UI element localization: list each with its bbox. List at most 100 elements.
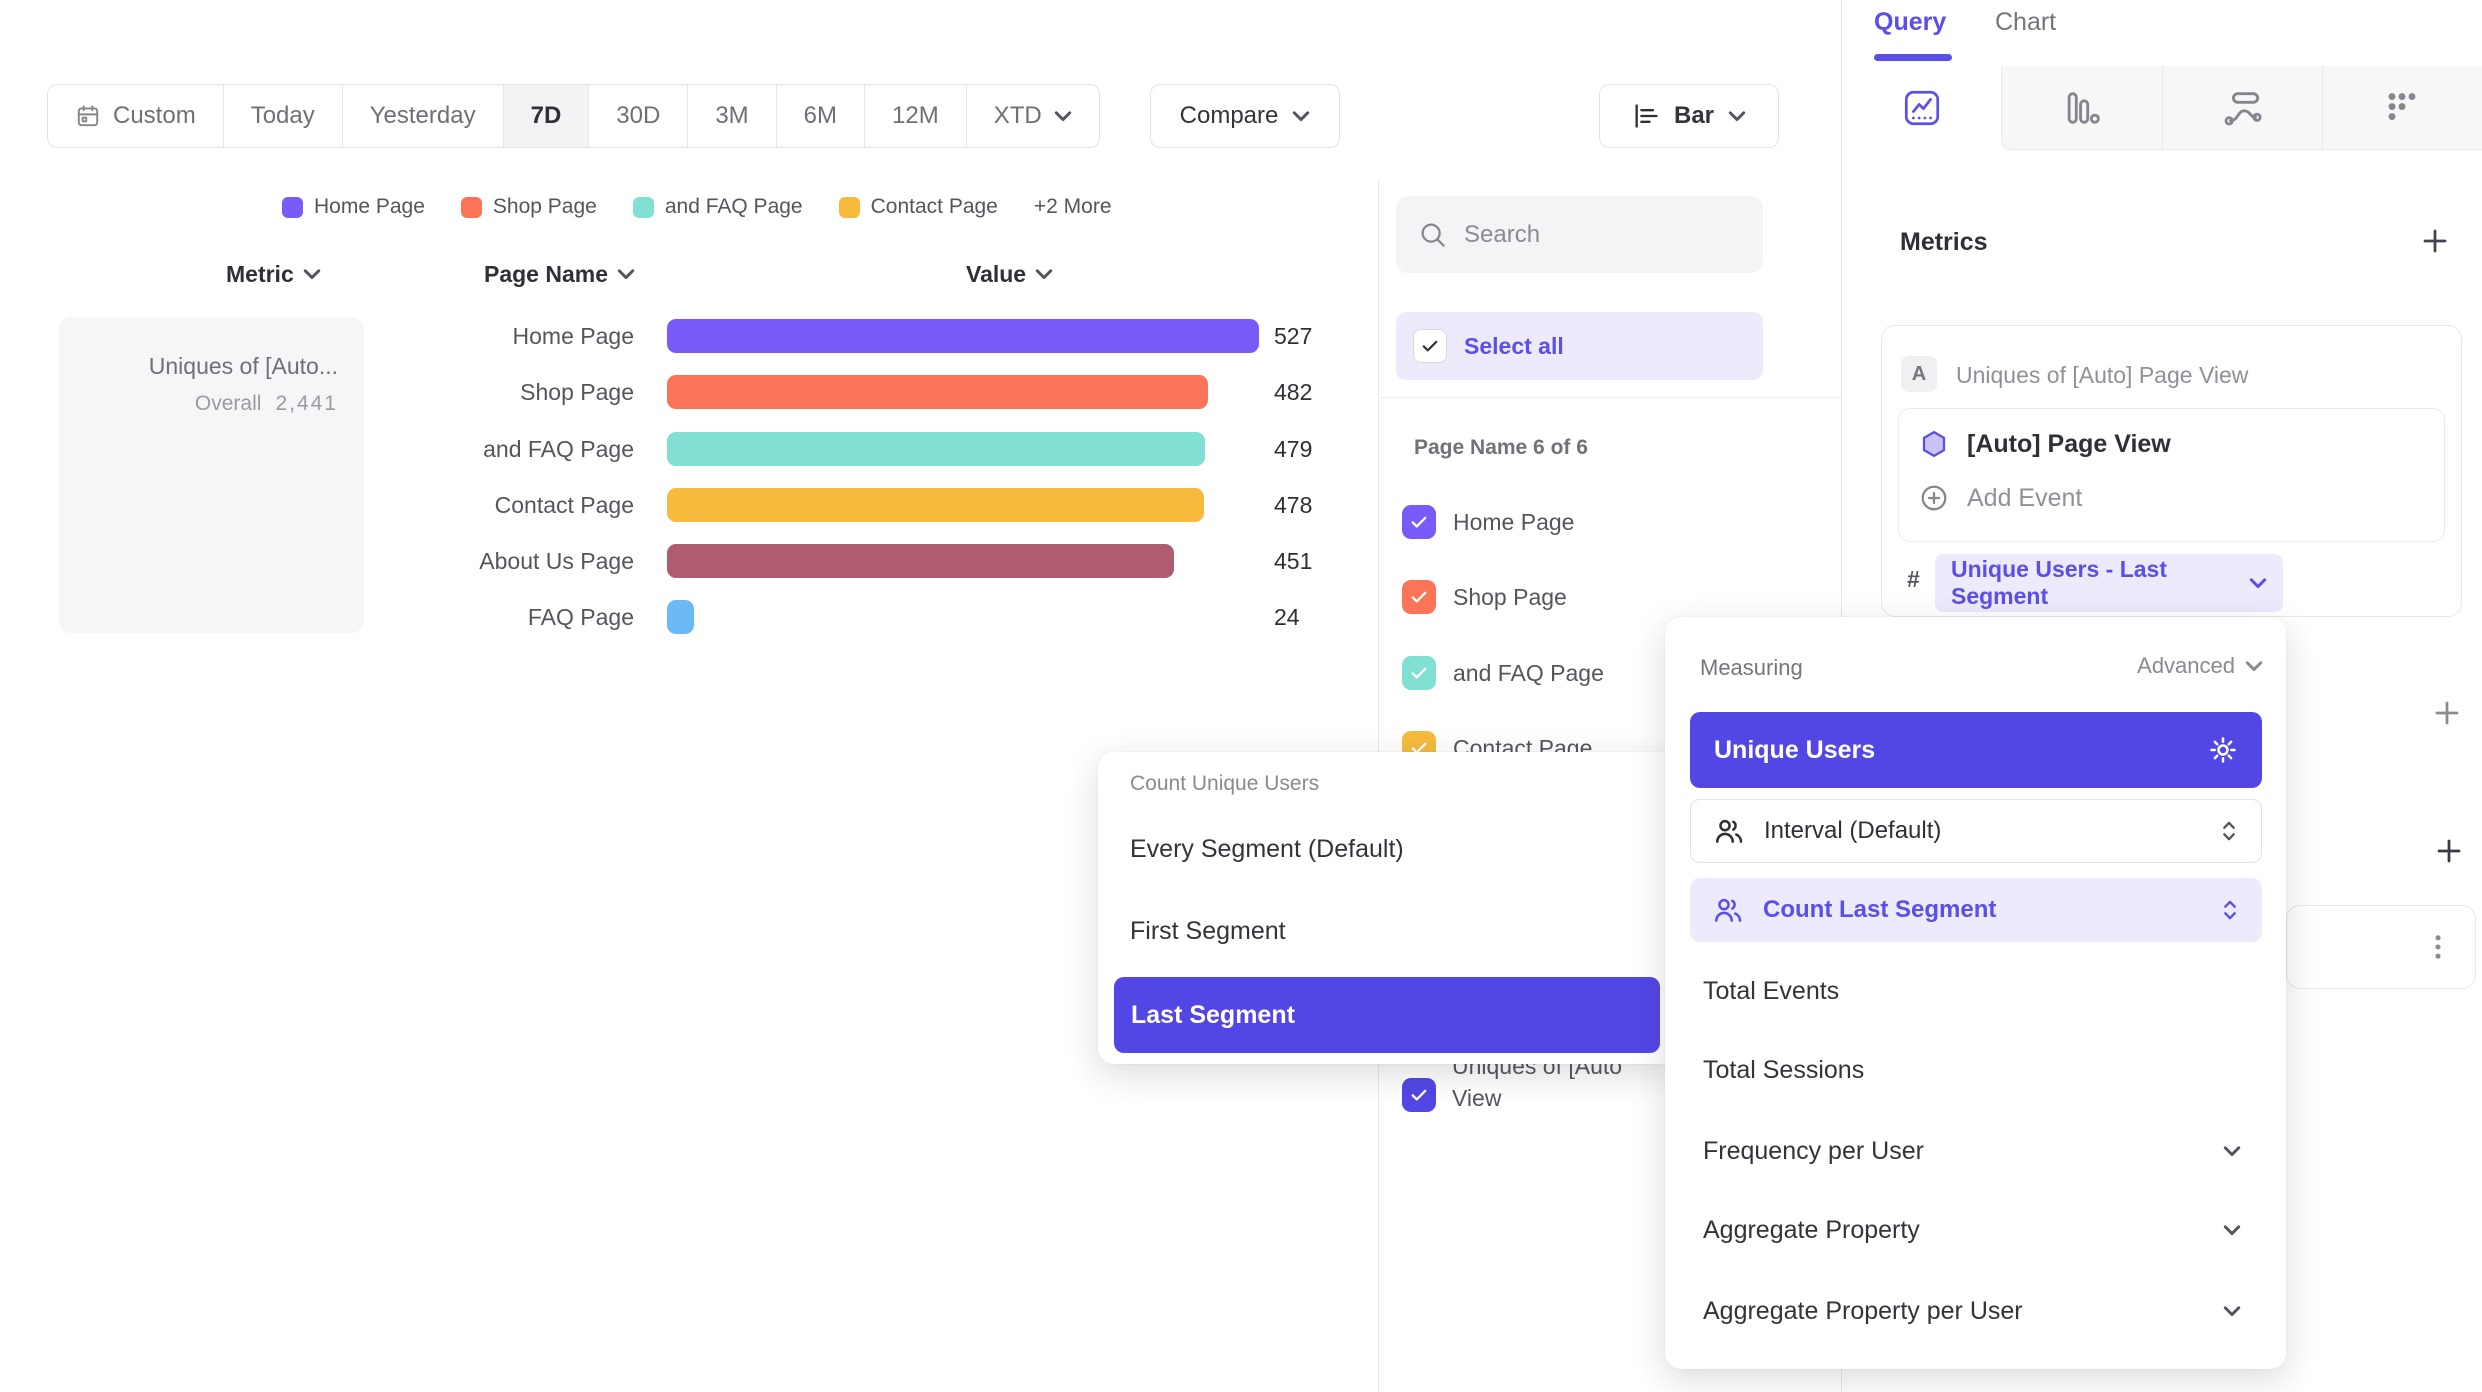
bar-faq-page[interactable]	[667, 600, 694, 634]
chevron-down-icon	[2223, 1225, 2241, 1236]
users-icon	[1713, 815, 1745, 847]
chevron-down-icon	[2223, 1306, 2241, 1317]
add-metric-button[interactable]	[2420, 226, 2450, 256]
date-today-button[interactable]: Today	[224, 85, 343, 147]
date-custom-button[interactable]: Custom	[48, 85, 224, 147]
row-label: Contact Page	[380, 492, 667, 519]
measure-dropdown[interactable]: Unique Users - Last Segment	[1935, 554, 2283, 612]
bar-track	[667, 600, 1259, 634]
menu-option-last-segment-selected[interactable]: Last Segment	[1114, 977, 1660, 1053]
legend-more-button[interactable]: +2 More	[1034, 195, 1112, 219]
insights-chart-icon	[1902, 88, 1942, 128]
select-all-checkbox[interactable]	[1413, 329, 1447, 363]
row-label: FAQ Page	[380, 604, 667, 631]
advanced-dropdown[interactable]: Advanced	[2137, 653, 2263, 679]
interval-select[interactable]: Interval (Default)	[1690, 799, 2262, 863]
date-xtd-button[interactable]: XTD	[967, 85, 1099, 147]
report-tab-insights[interactable]	[1842, 66, 2001, 150]
row-value: 479	[1274, 436, 1312, 463]
check-icon	[1409, 663, 1429, 683]
bar-track	[667, 319, 1259, 353]
measuring-option-frequency-per-user[interactable]: Frequency per User	[1703, 1123, 2253, 1179]
date-yesterday-label: Yesterday	[370, 102, 476, 130]
legend-swatch	[839, 197, 860, 218]
column-header-page-name[interactable]: Page Name	[484, 261, 635, 288]
report-tab-funnels[interactable]	[2001, 66, 2161, 150]
table-row: and FAQ Page 479	[380, 421, 1375, 477]
row-value: 451	[1274, 548, 1312, 575]
menu-option-every-segment[interactable]: Every Segment (Default)	[1130, 835, 1404, 864]
date-yesterday-button[interactable]: Yesterday	[343, 85, 504, 147]
chevron-down-icon	[1728, 111, 1746, 122]
table-row: About Us Page 451	[380, 533, 1375, 589]
filter-item-home-page[interactable]: Home Page	[1402, 496, 1574, 548]
count-last-segment-select[interactable]: Count Last Segment	[1690, 878, 2262, 942]
compare-button[interactable]: Compare	[1150, 84, 1340, 148]
metric-card-title: Uniques of [Auto] Page View	[1956, 362, 2248, 389]
measuring-option-unique-users-selected[interactable]: Unique Users	[1690, 712, 2262, 788]
checkbox-checked[interactable]	[1402, 580, 1436, 614]
bar-about-us-page[interactable]	[667, 544, 1174, 578]
checkbox-checked[interactable]	[1402, 505, 1436, 539]
up-down-chevrons-icon	[2219, 817, 2239, 845]
filter-section-label: Page Name 6 of 6	[1414, 436, 1588, 460]
add-filter-button[interactable]	[2432, 698, 2462, 728]
legend-label: Home Page	[314, 195, 425, 219]
gear-icon[interactable]	[2208, 735, 2238, 765]
filter-item-and-faq-page[interactable]: and FAQ Page	[1402, 647, 1604, 699]
measuring-option-aggregate-property[interactable]: Aggregate Property	[1703, 1202, 2253, 1258]
report-tab-retention[interactable]	[2322, 66, 2482, 150]
bar-contact-page[interactable]	[667, 488, 1204, 522]
measuring-option-total-events[interactable]: Total Events	[1703, 963, 2253, 1019]
count-label: Count Last Segment	[1763, 896, 1996, 924]
column-header-label: Page Name	[484, 261, 608, 288]
bar-home-page[interactable]	[667, 319, 1259, 353]
date-6m-button[interactable]: 6M	[777, 85, 865, 147]
date-today-label: Today	[251, 102, 315, 130]
column-header-value[interactable]: Value	[966, 261, 1053, 288]
checkbox-checked[interactable]	[1402, 1078, 1436, 1112]
sidebar-row-card	[2286, 905, 2476, 989]
check-icon	[1420, 336, 1440, 356]
menu-header: Count Unique Users	[1130, 772, 1319, 796]
date-30d-label: 30D	[616, 102, 660, 130]
check-icon	[1409, 1085, 1429, 1105]
chevron-down-icon	[2223, 1146, 2241, 1157]
measuring-option-total-sessions[interactable]: Total Sessions	[1703, 1042, 2253, 1098]
checkbox-checked[interactable]	[1402, 656, 1436, 690]
report-tab-flows[interactable]	[2162, 66, 2322, 150]
add-breakdown-button[interactable]	[2434, 836, 2464, 866]
tab-query[interactable]: Query	[1874, 8, 1946, 37]
measure-label: Unique Users - Last Segment	[1951, 556, 2237, 610]
legend-swatch	[633, 197, 654, 218]
circle-plus-icon	[1919, 483, 1949, 513]
date-30d-button[interactable]: 30D	[589, 85, 688, 147]
flows-icon	[2222, 88, 2262, 128]
select-all-row[interactable]: Select all	[1396, 312, 1763, 380]
compare-label: Compare	[1180, 102, 1279, 130]
kebab-menu-icon[interactable]	[2421, 930, 2455, 964]
column-header-metric[interactable]: Metric	[226, 261, 321, 288]
chart-legend: Home Page Shop Page and FAQ Page Contact…	[282, 195, 1112, 219]
date-3m-button[interactable]: 3M	[688, 85, 776, 147]
date-12m-button[interactable]: 12M	[865, 85, 967, 147]
analytics-app: Custom Today Yesterday 7D 30D 3M 6M 12M …	[0, 0, 2482, 1392]
filter-item-shop-page[interactable]: Shop Page	[1402, 571, 1567, 623]
measuring-option-aggregate-property-per-user[interactable]: Aggregate Property per User	[1703, 1283, 2253, 1339]
event-row[interactable]: [Auto] Page View	[1919, 429, 2171, 459]
funnel-bars-icon	[2062, 88, 2102, 128]
bar-and-faq-page[interactable]	[667, 432, 1205, 466]
row-value: 478	[1274, 492, 1312, 519]
bar-shop-page[interactable]	[667, 375, 1208, 409]
date-range-group: Custom Today Yesterday 7D 30D 3M 6M 12M …	[47, 84, 1100, 148]
add-event-row[interactable]: Add Event	[1919, 483, 2082, 513]
metric-summary-card[interactable]: Uniques of [Auto... Overall2,441	[59, 317, 364, 633]
menu-option-first-segment[interactable]: First Segment	[1130, 917, 1286, 946]
search-input[interactable]	[1464, 221, 1724, 249]
hash-prefix: #	[1907, 566, 1920, 593]
tab-chart[interactable]: Chart	[1995, 8, 2056, 37]
row-label: Shop Page	[380, 379, 667, 406]
chart-type-selector[interactable]: Bar	[1599, 84, 1779, 148]
option-label: Frequency per User	[1703, 1137, 1924, 1166]
date-7d-button[interactable]: 7D	[504, 85, 590, 147]
